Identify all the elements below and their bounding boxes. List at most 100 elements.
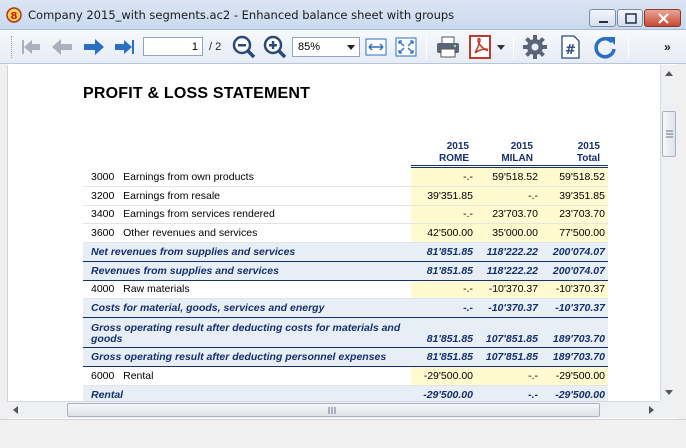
scroll-down-icon[interactable] xyxy=(665,390,673,395)
column-label: ROME xyxy=(439,153,469,164)
scroll-right-icon[interactable] xyxy=(649,406,654,414)
table-row: 3000 Earnings from own products -.- 59'5… xyxy=(83,168,608,187)
account-number: 3600 xyxy=(91,226,115,239)
column-year: 2015 xyxy=(577,141,600,152)
last-page-button[interactable] xyxy=(110,33,138,61)
zoom-in-button[interactable] xyxy=(261,33,289,61)
next-page-icon xyxy=(84,39,104,55)
total-value: 39'351.85 xyxy=(541,186,608,206)
toolbar-overflow-button[interactable]: » xyxy=(664,40,671,54)
app-icon: 8 xyxy=(6,7,22,23)
column-header-milan: 2015 MILAN xyxy=(476,141,533,165)
account-number: 3000 xyxy=(91,171,115,183)
total-value: 200'074.07 xyxy=(541,260,608,281)
title-bar: 8 Company 2015_with segments.ac2 - Enhan… xyxy=(0,0,686,30)
refresh-icon xyxy=(594,37,616,59)
zoom-select[interactable]: 85% xyxy=(292,37,360,57)
settings-button[interactable] xyxy=(521,33,549,61)
total-row: Rental -29'500.00 -.- -29'500.00 xyxy=(83,384,608,401)
horizontal-scroll-thumb[interactable] xyxy=(67,403,600,417)
zoom-out-button[interactable] xyxy=(230,33,258,61)
rome-value: -.- xyxy=(411,168,476,187)
account-description: Earnings from resale xyxy=(123,189,220,202)
settings-icon xyxy=(523,35,547,59)
zoom-value: 85% xyxy=(298,41,321,53)
table-row: 3200 Earnings from resale 39'351.85 -.- … xyxy=(83,186,608,206)
total-value: 189'703.70 xyxy=(541,347,608,367)
column-header-rome: 2015 ROME xyxy=(411,141,469,165)
table-row: 3600 Other revenues and services 42'500.… xyxy=(83,223,608,243)
maximize-button[interactable] xyxy=(617,9,643,27)
milan-value: 23'703.70 xyxy=(476,205,541,224)
rome-value: -.- xyxy=(411,280,476,299)
total-value: 59'518.52 xyxy=(541,168,608,187)
toolbar-grip[interactable] xyxy=(11,36,14,58)
maximize-icon xyxy=(625,13,637,24)
previous-page-button[interactable] xyxy=(48,33,76,61)
total-value: 23'703.70 xyxy=(541,205,608,224)
total-row: Revenues from supplies and services 81'8… xyxy=(83,260,608,281)
table-row: 4000 Raw materials -.- -10'370.37 -10'37… xyxy=(83,280,608,299)
total-row: Gross operating result after deducting p… xyxy=(83,347,608,367)
refresh-button[interactable] xyxy=(591,33,619,61)
profit-loss-table: 3000 Earnings from own products -.- 59'5… xyxy=(83,168,608,401)
minimize-button[interactable] xyxy=(589,9,616,27)
window-title: Company 2015_with segments.ac2 - Enhance… xyxy=(28,8,455,22)
next-page-button[interactable] xyxy=(80,33,108,61)
account-number: 4000 xyxy=(91,283,115,296)
account-description: Other revenues and services xyxy=(123,226,258,239)
report-title: PROFIT & LOSS STATEMENT xyxy=(83,85,311,102)
minimize-icon xyxy=(599,21,608,23)
column-year: 2015 xyxy=(510,141,533,152)
previous-page-icon xyxy=(52,39,72,55)
zoom-in-icon xyxy=(263,35,287,59)
column-label: MILAN xyxy=(501,153,533,164)
scrollbar-corner xyxy=(660,401,677,418)
first-page-button[interactable] xyxy=(18,33,46,61)
page-number-button[interactable]: # xyxy=(556,33,584,61)
fit-page-icon xyxy=(395,37,417,57)
scroll-up-icon[interactable] xyxy=(665,71,673,76)
print-button[interactable] xyxy=(434,33,462,61)
account-description: Rental xyxy=(123,369,154,382)
first-page-icon xyxy=(22,40,40,54)
close-icon xyxy=(658,13,669,24)
chevron-down-icon xyxy=(347,45,355,50)
page-number-icon: # xyxy=(561,35,580,59)
last-page-icon xyxy=(115,40,134,54)
account-cell: 3000 Earnings from own products xyxy=(83,168,411,187)
zoom-out-icon xyxy=(232,35,256,59)
rome-value: 39'351.85 xyxy=(411,186,476,206)
rome-value: 81'851.85 xyxy=(411,317,476,348)
grip-icon xyxy=(666,130,673,138)
status-bar xyxy=(0,419,686,448)
pdf-options-dropdown[interactable] xyxy=(494,33,508,61)
rome-value: -29'500.00 xyxy=(411,366,476,386)
close-button[interactable] xyxy=(644,9,681,27)
milan-value: 118'222.22 xyxy=(476,241,541,262)
milan-value: -.- xyxy=(476,366,541,386)
vertical-scroll-thumb[interactable] xyxy=(662,111,676,157)
scroll-left-icon[interactable] xyxy=(13,406,18,414)
horizontal-scrollbar[interactable] xyxy=(7,401,660,418)
table-row: 6000 Rental -29'500.00 -.- -29'500.00 xyxy=(83,366,608,386)
rome-value: -.- xyxy=(411,205,476,224)
column-header-total: 2015 Total xyxy=(541,141,600,165)
vertical-scrollbar[interactable] xyxy=(660,65,677,401)
account-number: 3200 xyxy=(91,189,115,202)
total-description: Costs for material, goods, services and … xyxy=(83,298,411,318)
column-label: Total xyxy=(576,153,600,164)
account-cell: 3200 Earnings from resale xyxy=(83,186,411,206)
toolbar-separator xyxy=(426,35,427,59)
pdf-button[interactable] xyxy=(466,33,494,61)
milan-value: -.- xyxy=(476,186,541,206)
chevron-down-icon xyxy=(497,45,505,50)
toolbar-separator xyxy=(628,35,629,59)
milan-value: 118'222.22 xyxy=(476,260,541,281)
total-description: Gross operating result after deducting p… xyxy=(83,347,411,367)
fit-width-button[interactable] xyxy=(362,33,390,61)
fit-page-button[interactable] xyxy=(392,33,420,61)
page-number-input[interactable] xyxy=(143,37,203,56)
milan-value: -10'370.37 xyxy=(476,298,541,318)
page-total: / 2 xyxy=(209,41,222,53)
